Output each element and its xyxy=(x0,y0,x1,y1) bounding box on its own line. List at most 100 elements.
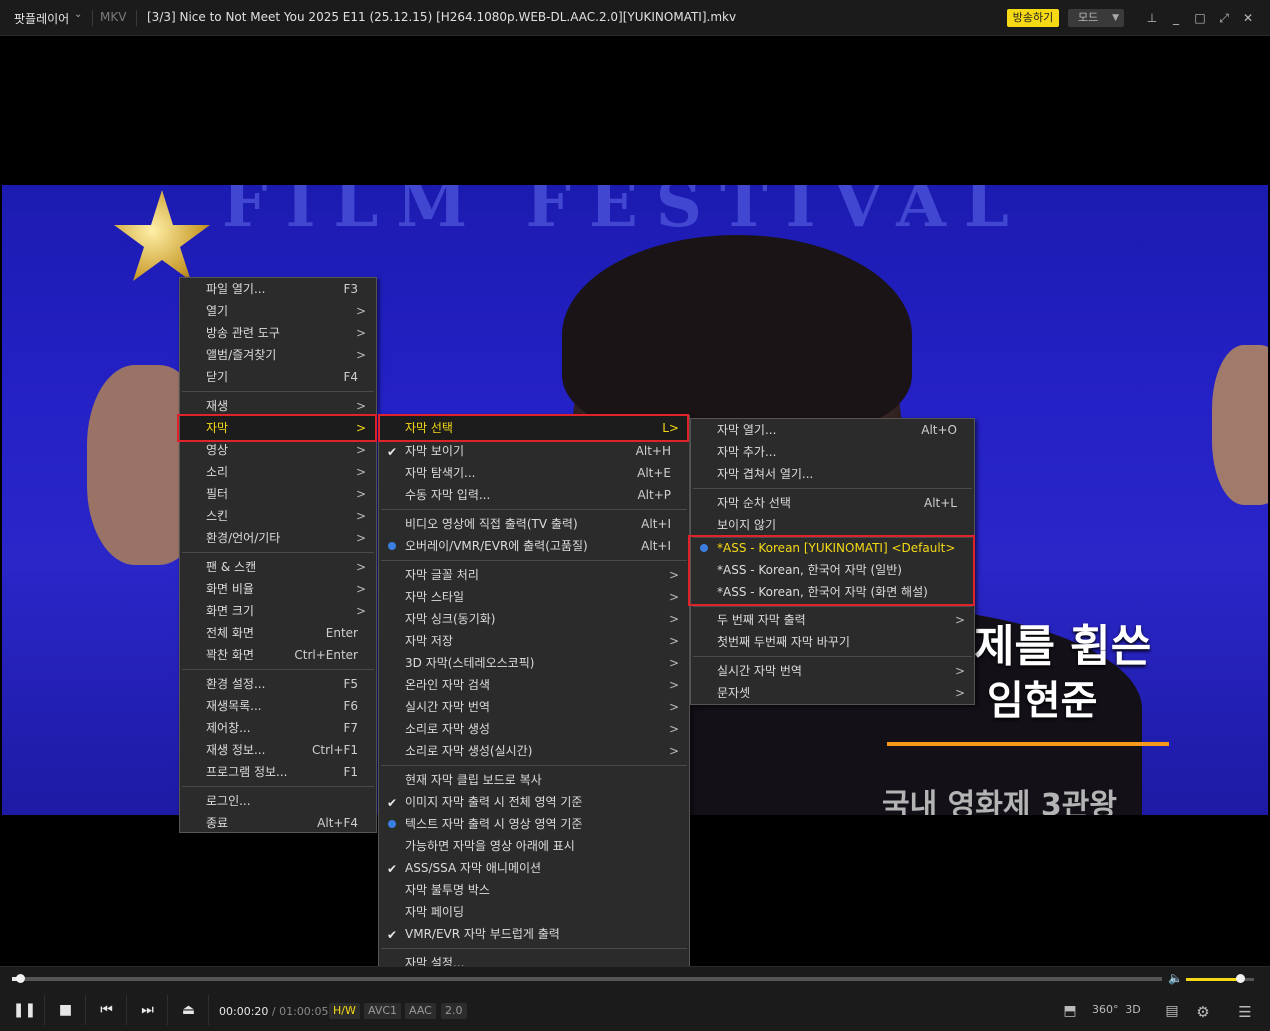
menu-item-text-video-area[interactable]: 텍스트 자막 출력 시 영상 영역 기준 xyxy=(405,813,679,835)
menu-separator xyxy=(381,948,687,949)
next-button[interactable]: ⏭ xyxy=(128,995,168,1025)
checkmark-icon: ✔ xyxy=(387,928,398,942)
time-display: 00:00:20 / 01:00:05 xyxy=(219,1005,329,1018)
menu-item-control-panel[interactable]: 제어창... F7 xyxy=(206,717,358,739)
menu-item-open-file[interactable]: 파일 열기... F3 xyxy=(206,278,358,300)
chevron-down-icon[interactable]: ⌄ xyxy=(74,9,82,20)
context-menu-main: 파일 열기... F3 열기 > 방송 관련 도구 > 앨범/즐겨찾기 > 닫기 F4 재… xyxy=(179,277,377,833)
menu-item-fill-screen[interactable]: 꽉찬 화면 Ctrl+Enter xyxy=(206,644,358,666)
menu-item-opaque-box[interactable]: 자막 불투명 박스 xyxy=(405,879,679,901)
menu-item-overlay-output[interactable]: 오버레이/VMR/EVR에 출력(고품질) Alt+I xyxy=(405,535,671,557)
seek-handle[interactable] xyxy=(16,974,25,983)
menu-item-second-subtitle[interactable]: 두 번째 자막 출력 > xyxy=(717,609,965,631)
minimize-icon[interactable]: _ xyxy=(1168,10,1184,26)
menu-item-skin[interactable]: 스킨 > xyxy=(206,505,366,527)
menu-item-about[interactable]: 프로그램 정보... F1 xyxy=(206,761,358,783)
broadcast-button[interactable]: 방송하기 xyxy=(1007,9,1059,27)
window-title: [3/3] Nice to Not Meet You 2025 E11 (25.… xyxy=(147,10,737,24)
pin-icon[interactable]: ⊥ xyxy=(1144,10,1160,26)
menu-item-screen-size[interactable]: 화면 크기 > xyxy=(206,600,366,622)
close-icon[interactable]: ✕ xyxy=(1240,10,1256,26)
gear-icon[interactable]: ⚙ xyxy=(1194,1003,1212,1021)
menu-item-preferences[interactable]: 환경 설정... F5 xyxy=(206,673,358,695)
menu-item-login[interactable]: 로그인... xyxy=(206,790,358,812)
menu-item-hide-subtitle[interactable]: 보이지 않기 xyxy=(717,514,957,536)
video-caption: 국내 영화제 3관왕 xyxy=(882,788,1117,815)
menu-separator xyxy=(182,786,374,787)
menu-item-fading[interactable]: 자막 페이딩 xyxy=(405,901,679,923)
app-menu-button[interactable]: 팟플레이어 xyxy=(14,10,69,27)
menu-item-live-translate[interactable]: 실시간 자막 번역 > xyxy=(717,660,965,682)
menu-item-fullscreen[interactable]: 전체 화면 Enter xyxy=(206,622,358,644)
vr360-button[interactable]: 360° xyxy=(1092,1003,1119,1019)
fullscreen-icon[interactable]: ⤢ xyxy=(1216,10,1232,26)
menu-item-charset[interactable]: 문자셋 > xyxy=(717,682,965,704)
menu-item-smooth-output[interactable]: VMR/EVR 자막 부드럽게 출력 xyxy=(405,923,679,945)
context-menu-subtitles: 자막 선택 L> ✔ 자막 보이기 Alt+H 자막 탐색기... Alt+E 수동 … xyxy=(378,415,690,973)
menu-item-album[interactable]: 앨범/즐겨찾기 > xyxy=(206,344,366,366)
eject-button[interactable]: ⏏ xyxy=(169,995,209,1025)
menu-item-playback-info[interactable]: 재생 정보... Ctrl+F1 xyxy=(206,739,358,761)
menu-item-filter[interactable]: 필터 > xyxy=(206,483,366,505)
format-label: MKV xyxy=(100,10,127,24)
menu-item-open[interactable]: 열기 > xyxy=(206,300,366,322)
radio-selected-icon xyxy=(388,820,396,828)
menu-separator xyxy=(182,552,374,553)
menu-item-subtitle-font[interactable]: 자막 글꼴 처리 > xyxy=(405,564,679,586)
menu-item-show-subtitle[interactable]: 자막 보이기 Alt+H xyxy=(405,440,671,462)
menu-item-audio[interactable]: 소리 > xyxy=(206,461,366,483)
menu-item-pan-scan[interactable]: 팬 & 스캔 > xyxy=(206,556,366,578)
3d-button[interactable]: 3D xyxy=(1124,1003,1142,1019)
control-bar: 🔈 ❚❚ ■ ⏮ ⏭ ⏏ 00:00:20 / 01:00:05 H/W AVC… xyxy=(0,966,1270,1031)
maximize-icon[interactable]: □ xyxy=(1192,10,1208,26)
menu-item-live-translate[interactable]: 실시간 자막 번역 > xyxy=(405,696,679,718)
menu-item-direct-output[interactable]: 비디오 영상에 직접 출력(TV 출력) Alt+I xyxy=(405,513,671,535)
menu-separator xyxy=(182,669,374,670)
stop-button[interactable]: ■ xyxy=(46,995,86,1025)
menu-item-generate-from-audio[interactable]: 소리로 자막 생성 > xyxy=(405,718,679,740)
menu-item-add-subtitle[interactable]: 자막 추가... xyxy=(717,441,957,463)
menu-item-ass-animation[interactable]: ASS/SSA 자막 애니메이션 xyxy=(405,857,679,879)
menu-item-subtitle-explorer[interactable]: 자막 탐색기... Alt+E xyxy=(405,462,671,484)
menu-item-generate-realtime[interactable]: 소리로 자막 생성(실시간) > xyxy=(405,740,679,762)
menu-item-video[interactable]: 영상 > xyxy=(206,439,366,461)
menu-separator xyxy=(381,560,687,561)
menu-item-save-subtitle[interactable]: 자막 저장 > xyxy=(405,630,679,652)
video-caption: 임현준 xyxy=(987,678,1098,724)
person-hand xyxy=(1212,345,1268,505)
pause-button[interactable]: ❚❚ xyxy=(5,995,45,1025)
menu-item-3d-subtitle[interactable]: 3D 자막(스테레오스코픽) > xyxy=(405,652,679,674)
speaker-icon[interactable]: 🔈 xyxy=(1168,971,1183,985)
seek-bar[interactable] xyxy=(12,977,1162,981)
menu-item-overlay-open[interactable]: 자막 겹쳐서 열기... xyxy=(717,463,957,485)
radio-selected-icon xyxy=(388,542,396,550)
menu-item-playlist[interactable]: 재생목록... F6 xyxy=(206,695,358,717)
menu-item-subtitle-sync[interactable]: 자막 싱크(동기화) > xyxy=(405,608,679,630)
hw-badge[interactable]: H/W xyxy=(329,1003,360,1019)
menu-item-sequential-select[interactable]: 자막 순차 선택 Alt+L xyxy=(717,492,957,514)
playlist-icon[interactable]: ▤ xyxy=(1164,1003,1180,1019)
time-total: 01:00:05 xyxy=(279,1005,329,1018)
dropdown-arrow-icon: ▼ xyxy=(1112,13,1119,23)
menu-item-image-full-area[interactable]: 이미지 자막 출력 시 전체 영역 기준 xyxy=(405,791,679,813)
mode-button[interactable]: 모드 ▼ xyxy=(1068,9,1124,27)
menu-item-exit[interactable]: 종료 Alt+F4 xyxy=(206,812,358,834)
menu-item-open-subtitle[interactable]: 자막 열기... Alt+O xyxy=(717,419,957,441)
menu-item-aspect-ratio[interactable]: 화면 비율 > xyxy=(206,578,366,600)
menu-separator xyxy=(693,488,972,489)
menu-item-swap-subtitles[interactable]: 첫번째 두번째 자막 바꾸기 xyxy=(717,631,965,653)
menu-icon[interactable]: ☰ xyxy=(1236,1003,1254,1021)
volume-handle[interactable] xyxy=(1236,974,1245,983)
menu-item-subtitle-style[interactable]: 자막 스타일 > xyxy=(405,586,679,608)
previous-button[interactable]: ⏮ xyxy=(87,995,127,1025)
menu-item-online-search[interactable]: 온라인 자막 검색 > xyxy=(405,674,679,696)
channels-badge: 2.0 xyxy=(441,1003,467,1019)
video-caption: 제를 휩쓴 xyxy=(974,621,1152,672)
menu-item-below-video[interactable]: 가능하면 자막을 영상 아래에 표시 xyxy=(405,835,679,857)
cast-icon[interactable]: ⬒ xyxy=(1060,1003,1080,1019)
menu-item-environment[interactable]: 환경/언어/기타 > xyxy=(206,527,366,549)
menu-item-manual-subtitle[interactable]: 수동 자막 입력... Alt+P xyxy=(405,484,671,506)
menu-item-broadcast-tools[interactable]: 방송 관련 도구 > xyxy=(206,322,366,344)
menu-item-copy-clipboard[interactable]: 현재 자막 클립 보드로 복사 xyxy=(405,769,679,791)
menu-item-close[interactable]: 닫기 F4 xyxy=(206,366,358,388)
